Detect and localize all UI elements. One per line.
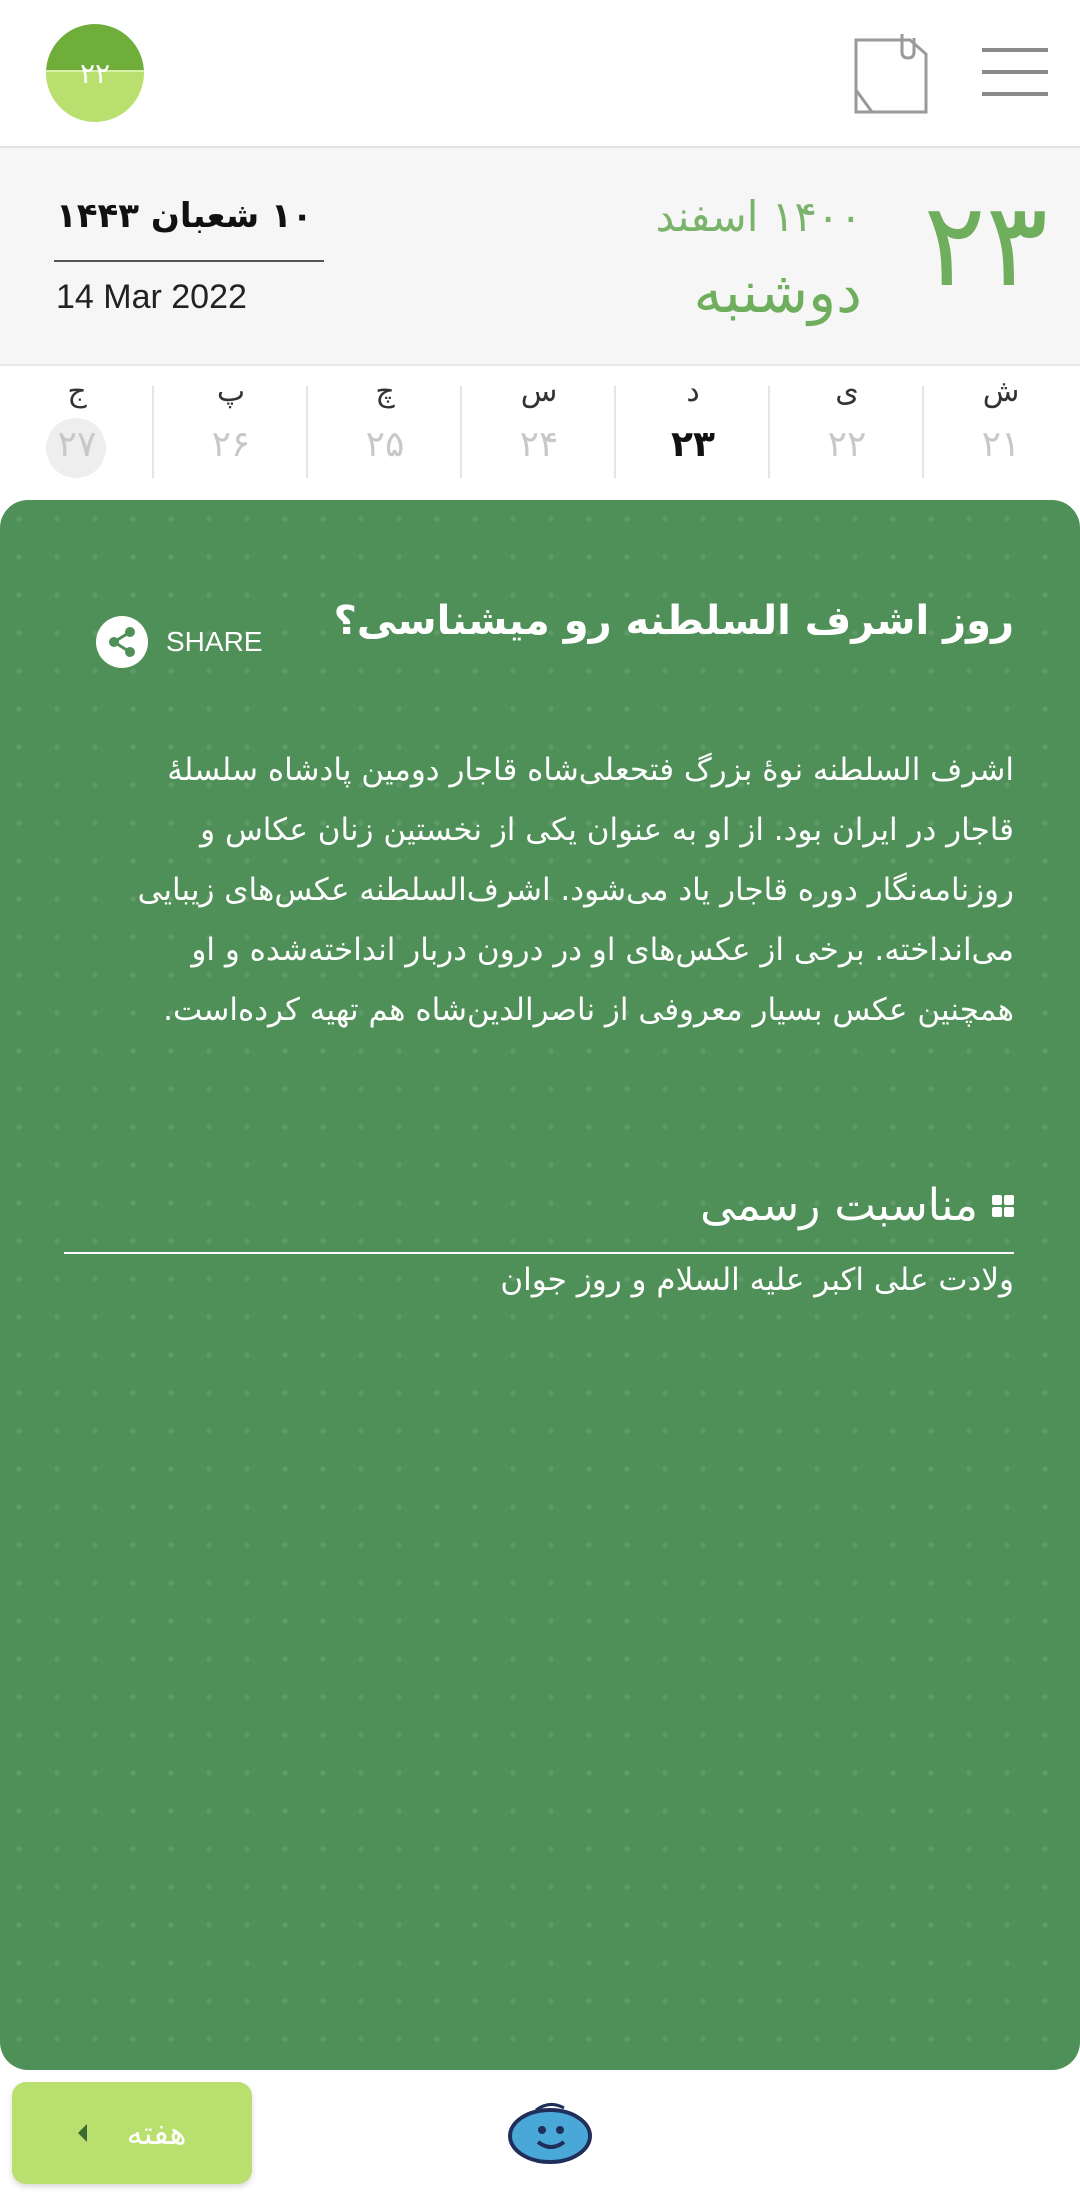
- chevron-left-icon: [77, 2124, 87, 2142]
- badge-number: ۲۲: [79, 56, 111, 90]
- day-letter: چ: [375, 374, 395, 409]
- week-day-thu[interactable]: پ ۲۶: [154, 366, 308, 482]
- day-number: ۲۶: [211, 424, 251, 465]
- day-letter: ش: [982, 374, 1020, 409]
- section-divider: [64, 1252, 1014, 1254]
- hamburger-menu-icon[interactable]: [982, 44, 1048, 100]
- day-letter: د: [686, 374, 700, 409]
- day-letter: ی: [835, 374, 859, 409]
- week-view-button[interactable]: هفته: [12, 2082, 252, 2184]
- week-day-fri[interactable]: ج ۲۷: [0, 366, 154, 482]
- date-divider: [54, 260, 324, 262]
- weekday-name: دوشنبه: [693, 258, 862, 326]
- occasion-text: ولادت علی اکبر علیه السلام و روز جوان: [500, 1262, 1014, 1298]
- share-button[interactable]: SHARE: [96, 614, 262, 670]
- day-separator: [460, 386, 462, 478]
- day-info-card: روز اشرف السلطنه رو میشناسی؟ SHARE اشرف …: [0, 500, 1080, 2070]
- card-body-text: اشرف السلطنه نوهٔ بزرگ فتحعلی‌شاه قاجار …: [137, 752, 1014, 1028]
- share-label: SHARE: [166, 626, 263, 657]
- week-day-sat[interactable]: ش ۲۱: [924, 366, 1078, 482]
- week-button-label: هفته: [126, 2114, 187, 2152]
- top-bar: ۲۲: [0, 0, 1080, 148]
- section-title: مناسبت رسمی: [700, 1180, 978, 1231]
- hijri-date: ۱۰ شعبان ۱۴۴۳: [56, 196, 313, 236]
- gregorian-date: 14 Mar 2022: [56, 278, 247, 316]
- day-letter: پ: [216, 374, 246, 409]
- day-number: ۲۵: [365, 424, 405, 465]
- mascot-logo-icon[interactable]: [506, 2098, 596, 2168]
- day-separator: [768, 386, 770, 478]
- card-title: روز اشرف السلطنه رو میشناسی؟: [333, 598, 1014, 644]
- week-day-mon[interactable]: د ۲۳: [616, 366, 770, 482]
- day-number: ۲۴: [519, 424, 559, 465]
- day-letter: س: [520, 374, 558, 409]
- date-header: ۲۳ ۱۴۰۰ اسفند دوشنبه ۱۰ شعبان ۱۴۴۳ 14 Ma…: [0, 148, 1080, 364]
- day-number: ۲۷: [57, 424, 97, 465]
- day-letter: ج: [67, 374, 87, 409]
- day-number: ۲۱: [981, 424, 1021, 465]
- share-icon: [96, 616, 148, 668]
- note-icon[interactable]: [852, 30, 930, 116]
- grid-icon: [992, 1194, 1014, 1217]
- week-strip: ش ۲۱ ی ۲۲ د ۲۳ س ۲۴ چ ۲۵ پ ۲۶ ج ۲۷: [0, 364, 1080, 482]
- week-day-wed[interactable]: چ ۲۵: [308, 366, 462, 482]
- day-separator: [922, 386, 924, 478]
- official-occasion-header: مناسبت رسمی: [700, 1180, 1014, 1231]
- month-badge[interactable]: ۲۲: [46, 24, 144, 122]
- week-day-sun[interactable]: ی ۲۲: [770, 366, 924, 482]
- day-number: ۲۲: [827, 424, 867, 465]
- month-year: ۱۴۰۰ اسفند: [655, 192, 862, 241]
- day-separator: [614, 386, 616, 478]
- day-number: ۲۳: [923, 178, 1048, 313]
- day-separator: [306, 386, 308, 478]
- day-number: ۲۳: [671, 424, 715, 465]
- week-day-tue[interactable]: س ۲۴: [462, 366, 616, 482]
